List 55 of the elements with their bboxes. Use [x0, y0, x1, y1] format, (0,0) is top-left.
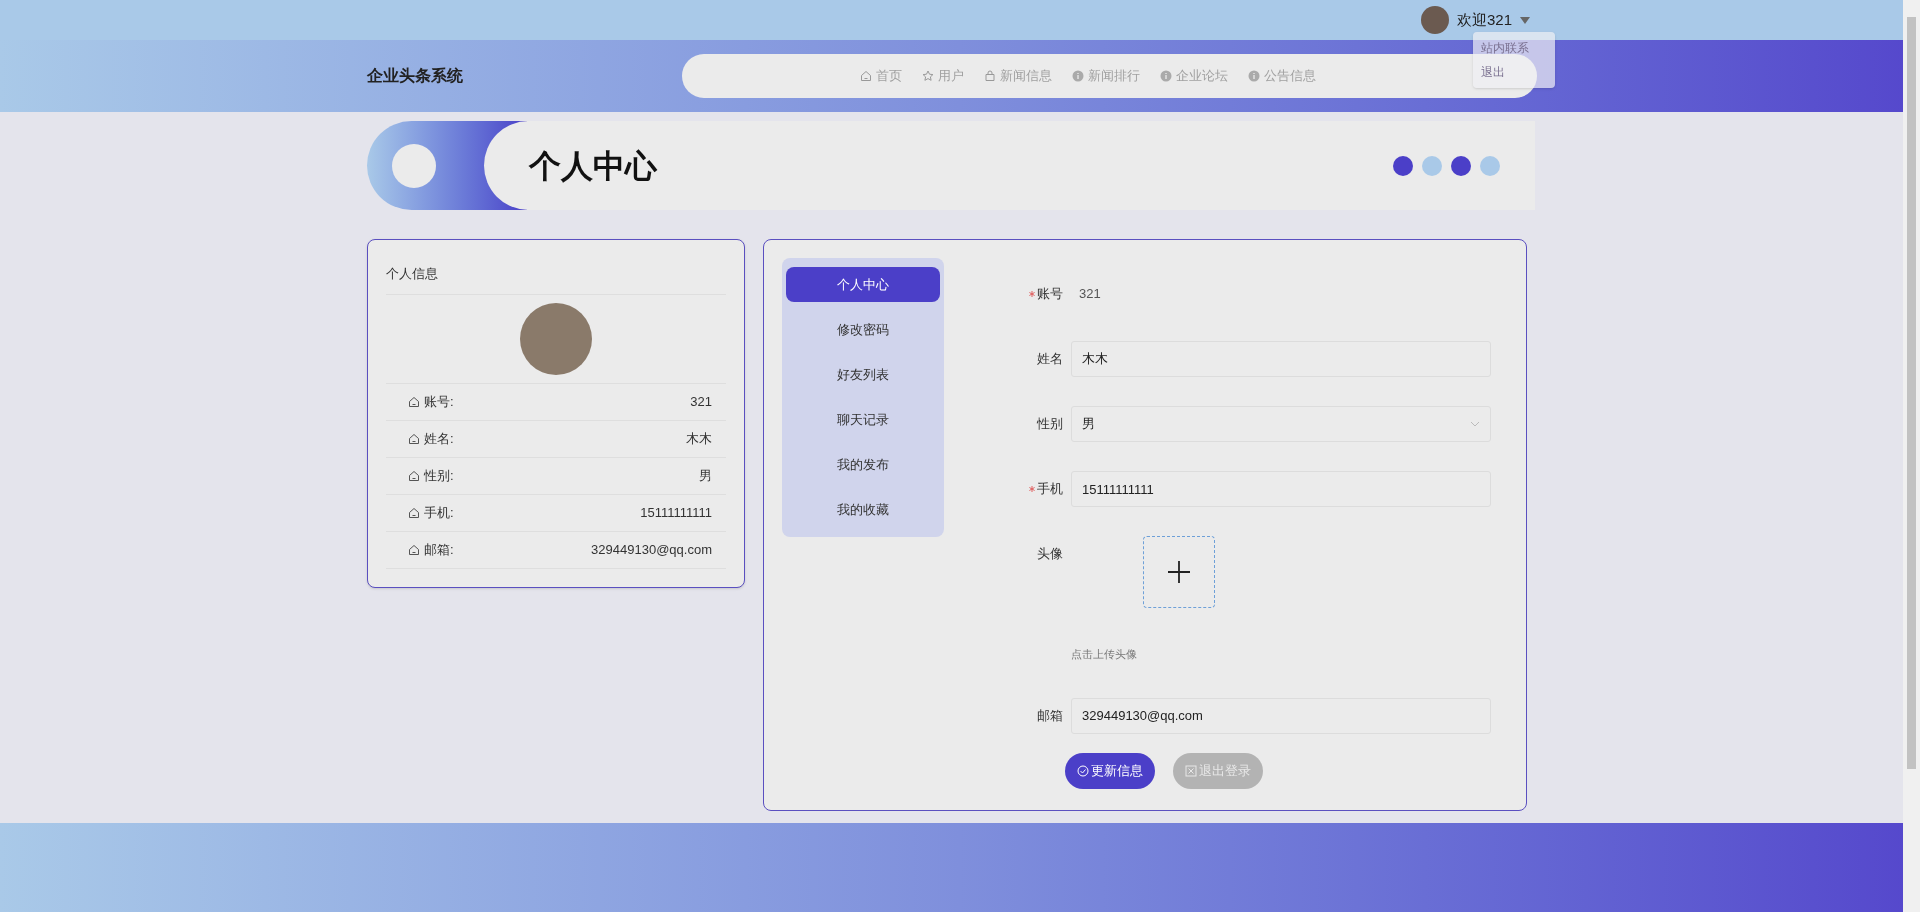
- field-value: 15111111111: [640, 503, 712, 522]
- page-title: 个人中心: [529, 146, 657, 186]
- field-value: 木木: [686, 429, 712, 448]
- site-logo[interactable]: 企业头条系统: [367, 64, 682, 88]
- field-label: 账号:: [424, 392, 454, 411]
- form-label: 手机: [1037, 480, 1063, 499]
- welcome-text[interactable]: 欢迎321: [1456, 8, 1512, 32]
- bag-icon: [984, 70, 996, 82]
- star-icon: [922, 70, 934, 82]
- info-icon: [1160, 70, 1172, 82]
- info-icon: [1072, 70, 1084, 82]
- menu-tab[interactable]: 聊天记录: [786, 402, 940, 437]
- menu-item[interactable]: 退出: [1473, 60, 1555, 84]
- check-circle-icon: [1077, 764, 1089, 777]
- field-label: 姓名:: [424, 429, 454, 448]
- form-label: 头像: [1037, 545, 1063, 564]
- user-avatar[interactable]: [1420, 6, 1449, 34]
- required-asterisk-icon: [1029, 291, 1035, 297]
- form-label: 邮箱: [1037, 706, 1063, 725]
- field-value: 男: [699, 466, 712, 485]
- field-label: 手机:: [424, 503, 454, 522]
- field-label: 性别:: [424, 466, 454, 485]
- info-icon: [1248, 70, 1260, 82]
- field-label: 邮箱:: [424, 540, 454, 559]
- home-icon: [408, 395, 420, 408]
- select-field[interactable]: 男: [1071, 406, 1491, 442]
- chevron-down-icon: [1470, 421, 1480, 427]
- field-value: 321: [690, 392, 712, 411]
- form-label: 账号: [1037, 285, 1063, 304]
- required-asterisk-icon: [1029, 486, 1035, 492]
- menu-tab[interactable]: 我的收藏: [786, 492, 940, 527]
- home-icon: [408, 506, 420, 519]
- form-value: 321: [1078, 285, 1102, 304]
- form-label: 性别: [1037, 415, 1063, 434]
- menu-tab[interactable]: 好友列表: [786, 357, 940, 392]
- input-field[interactable]: 329449130@qq.com: [1071, 697, 1491, 734]
- home-icon: [408, 469, 420, 482]
- home-icon: [860, 70, 872, 82]
- field-value: 329449130@qq.com: [591, 540, 712, 559]
- menu-tab[interactable]: 修改密码: [786, 312, 940, 347]
- menu-tab[interactable]: 我的发布: [786, 447, 940, 482]
- plus-icon: [1167, 560, 1191, 584]
- update-button[interactable]: 更新信息: [1065, 752, 1155, 789]
- menu-tab[interactable]: 个人中心: [786, 267, 940, 302]
- home-icon: [408, 543, 420, 556]
- card-title: 个人信息: [386, 264, 726, 295]
- close-icon: [1185, 764, 1197, 777]
- form-label: 姓名: [1037, 350, 1063, 369]
- scrollbar[interactable]: [1903, 0, 1920, 912]
- caret-icon[interactable]: [1520, 16, 1530, 24]
- home-icon: [408, 432, 420, 445]
- upload-box[interactable]: [1143, 536, 1215, 608]
- upload-hint: 点击上传头像: [1071, 647, 1138, 662]
- input-field[interactable]: 木木: [1071, 341, 1491, 377]
- input-field[interactable]: 15111111111: [1071, 471, 1491, 507]
